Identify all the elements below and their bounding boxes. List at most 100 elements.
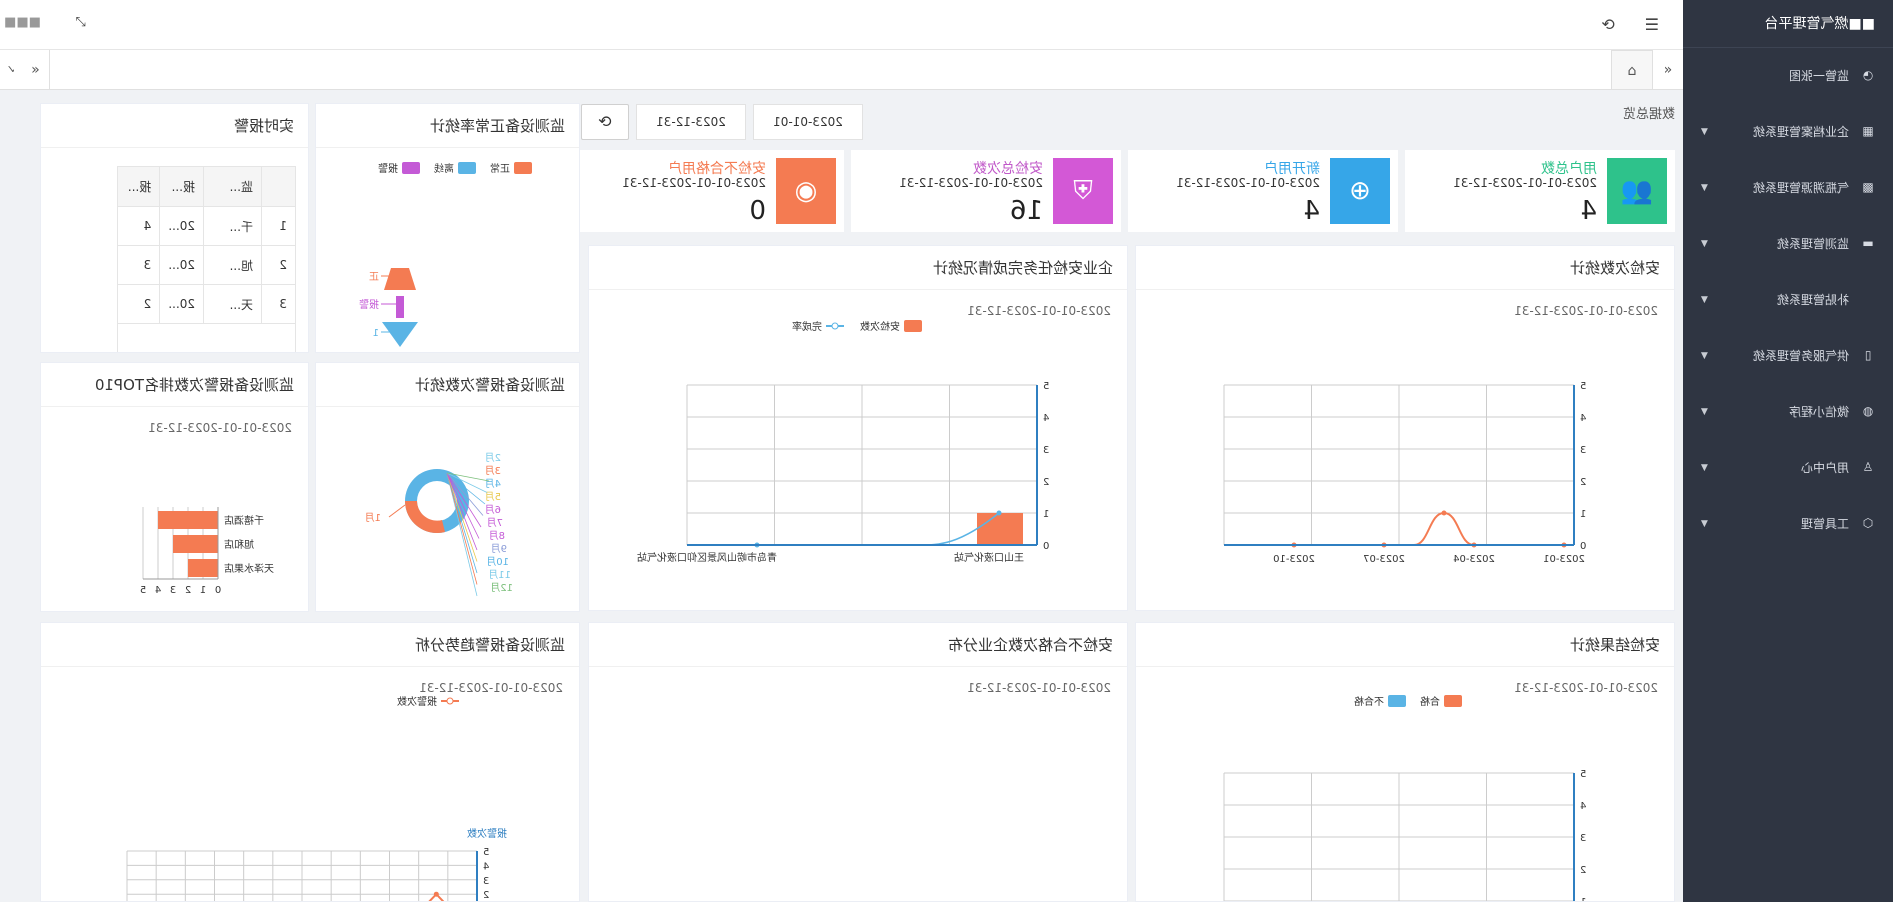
x-tick-label: 4 (155, 585, 161, 596)
chevron-down-icon[interactable]: ▼ (1701, 160, 1708, 216)
fullscreen-icon[interactable]: ⤢ (76, 15, 86, 30)
slice-label: 10月 (486, 556, 509, 568)
menu-toggle-icon[interactable]: ☰ (1645, 15, 1659, 34)
users-icon: 👥 (1607, 158, 1667, 224)
refresh-icon[interactable]: ⟳ (1602, 15, 1615, 34)
chevron-down-icon[interactable]: ▼ (1701, 104, 1708, 160)
grid-icon: ▦ (1862, 124, 1874, 138)
tabs-scroll-right-icon[interactable]: « (22, 50, 50, 90)
column-header: 监... (203, 166, 262, 207)
table-cell: 2 (261, 245, 296, 285)
chevron-down-icon[interactable]: ▼ (1701, 328, 1708, 384)
legend-label[interactable]: 完成率 (792, 320, 822, 333)
chevron-down-icon[interactable]: ▼ (1701, 384, 1708, 440)
sidebar-item-label: 微信小程序 (1788, 405, 1849, 419)
sidebar: ■■燃气管理平台 ◔ 监管一张图 ▦ 企业档案管理系统 ▼ ▩ 气瓶溯源管理系统 ▼ ▬ 监测管理… (1683, 0, 1893, 902)
y-tick-label: 1 (1580, 897, 1586, 902)
bar[interactable] (188, 559, 218, 577)
refresh-data-button[interactable]: ⟳ (581, 104, 629, 140)
legend-label[interactable]: 报警次数 (397, 695, 437, 708)
top-header: ☰ ⟳ ⤢ ■■■ (0, 0, 1683, 50)
wechat-icon: ◍ (1862, 404, 1874, 418)
dashboard-icon: ◔ (1862, 68, 1874, 82)
stat-date-range: 2023-01-01-2023-12-31 (899, 176, 1043, 190)
chevron-down-icon[interactable]: ▼ (1701, 272, 1708, 328)
legend-label[interactable]: 报警 (378, 162, 398, 175)
sidebar-item-3[interactable]: ▬ 监测管理系统 ▼ (1683, 216, 1893, 272)
legend-label[interactable]: 离线 (434, 162, 454, 175)
stat-value: 4 (1580, 196, 1597, 226)
sidebar-item-0[interactable]: ◔ 监管一张图 (1683, 48, 1893, 104)
sidebar-item-7[interactable]: ♙ 用户中心 ▼ (1683, 440, 1893, 496)
legend-label[interactable]: 安检次数 (860, 320, 900, 333)
device-normal-rate-chart: 正常离线报警正报警1 (359, 162, 532, 347)
card-device-normal-rate: 监测设备正常率统计 正常 离线 报警正报警 1 (315, 103, 580, 353)
card-title: 监测设备报警次数排名TOP10 (41, 363, 308, 407)
y-tick-label: 4 (1043, 413, 1049, 424)
legend-label[interactable]: 正常 (490, 162, 510, 175)
y-tick-label: 1 (1043, 509, 1049, 520)
stat-date-range: 2023-01-01-2023-12-31 (1453, 176, 1597, 190)
alarm-trend-chart: 报警次数0123451月2月3月4月5月6月7月8月9月10月11月12月报警次… (126, 695, 507, 902)
table-row[interactable]: 2 旭... 20... 3 (117, 245, 296, 285)
chevron-down-icon[interactable]: ▼ (1701, 216, 1708, 272)
data-point[interactable] (1441, 510, 1447, 516)
data-point[interactable] (433, 891, 439, 897)
y-tick-label: 5 (483, 847, 489, 858)
tool-icon: ⬡ (1862, 516, 1874, 530)
funnel-alarm[interactable] (396, 296, 404, 318)
tabs-dropdown-icon[interactable]: ✓ (0, 50, 22, 90)
start-date-input[interactable]: 2023-01-01 (753, 104, 863, 140)
result-stats-chart: 合格 不合格 1 2 3 4 5 (1223, 695, 1586, 902)
y-tick-label: 3 (1580, 445, 1586, 456)
slice-label: 4月 (485, 478, 501, 490)
app-title: ■■燃气管理平台 (1683, 0, 1893, 48)
sidebar-item-5[interactable]: ▯ 供气服务管理系统 ▼ (1683, 328, 1893, 384)
slice-label: 1月 (365, 512, 381, 524)
table-cell: 20... (159, 245, 204, 285)
sidebar-item-label: 监管一张图 (1788, 69, 1849, 83)
alarm-count-pie-chart: 1月 2月3月4月5月6月7月8月9月10月11月12月 (365, 452, 513, 597)
phone-icon: ▯ (1864, 348, 1872, 362)
task-completion-chart: 安检次数 完成率 0 1 2 3 4 5 王山口液化气站 青岛市崂山风景区仰口液化气站 (637, 320, 1049, 564)
table-cell: 3 (117, 245, 160, 285)
chevron-down-icon[interactable]: ▼ (1701, 496, 1708, 552)
bar[interactable] (173, 535, 218, 553)
sidebar-item-2[interactable]: ▩ 气瓶溯源管理系统 ▼ (1683, 160, 1893, 216)
tabs-scroll-left-icon[interactable]: « (1653, 50, 1683, 90)
slice-label: 7月 (487, 517, 503, 529)
sidebar-item-4[interactable]: 补贴管理系统 ▼ (1683, 272, 1893, 328)
table-row[interactable]: 3 天... 20... 2 (117, 284, 296, 324)
slice-label: 12月 (490, 582, 513, 594)
tabs-bar: « ⌂ « ✓ (0, 50, 1683, 90)
y-tick-label: 2 (483, 890, 489, 901)
sidebar-item-8[interactable]: ⬡ 工具管理 ▼ (1683, 496, 1893, 552)
card-date-range: 2023-01-01-2023-12-31 (967, 681, 1111, 695)
chevron-down-icon[interactable]: ▼ (1701, 440, 1708, 496)
sidebar-item-label: 工具管理 (1800, 517, 1849, 531)
legend-label[interactable]: 不合格 (1354, 695, 1384, 708)
table-cell: 3 (261, 284, 296, 324)
bar[interactable] (158, 511, 218, 529)
table-row[interactable]: 1 千... 20... 4 (117, 206, 296, 246)
card-title: 监测设备报警次数统计 (316, 363, 579, 407)
sidebar-item-6[interactable]: ◍ 微信小程序 ▼ (1683, 384, 1893, 440)
funnel-offline[interactable] (382, 322, 418, 347)
sidebar-item-1[interactable]: ▦ 企业档案管理系统 ▼ (1683, 104, 1893, 160)
legend-label[interactable]: 合格 (1420, 695, 1440, 708)
y-tick-label: 5 (1043, 381, 1049, 392)
end-date-input[interactable]: 2023-12-31 (636, 104, 746, 140)
card-alarm-trend: 监测设备报警趋势分析 2023-01-01-2023-12-31 报警次数012… (40, 622, 580, 902)
y-tick-label: 3 (1580, 833, 1586, 844)
funnel-normal[interactable] (384, 268, 416, 290)
user-name[interactable]: ■■■ (4, 15, 41, 30)
bar[interactable] (977, 513, 1023, 545)
data-point[interactable] (996, 510, 1002, 516)
stat-card-0: 👥 用户总数 2023-01-01-2023-12-31 4 (1405, 150, 1675, 232)
sidebar-item-label: 用户中心 (1800, 461, 1849, 475)
table-cell: 20... (159, 284, 204, 324)
pie-slice[interactable] (405, 501, 445, 534)
y-tick-label: 4 (1580, 413, 1586, 424)
tab-home-icon[interactable]: ⌂ (1611, 50, 1653, 90)
shield-icon: ⛨ (1053, 158, 1113, 224)
